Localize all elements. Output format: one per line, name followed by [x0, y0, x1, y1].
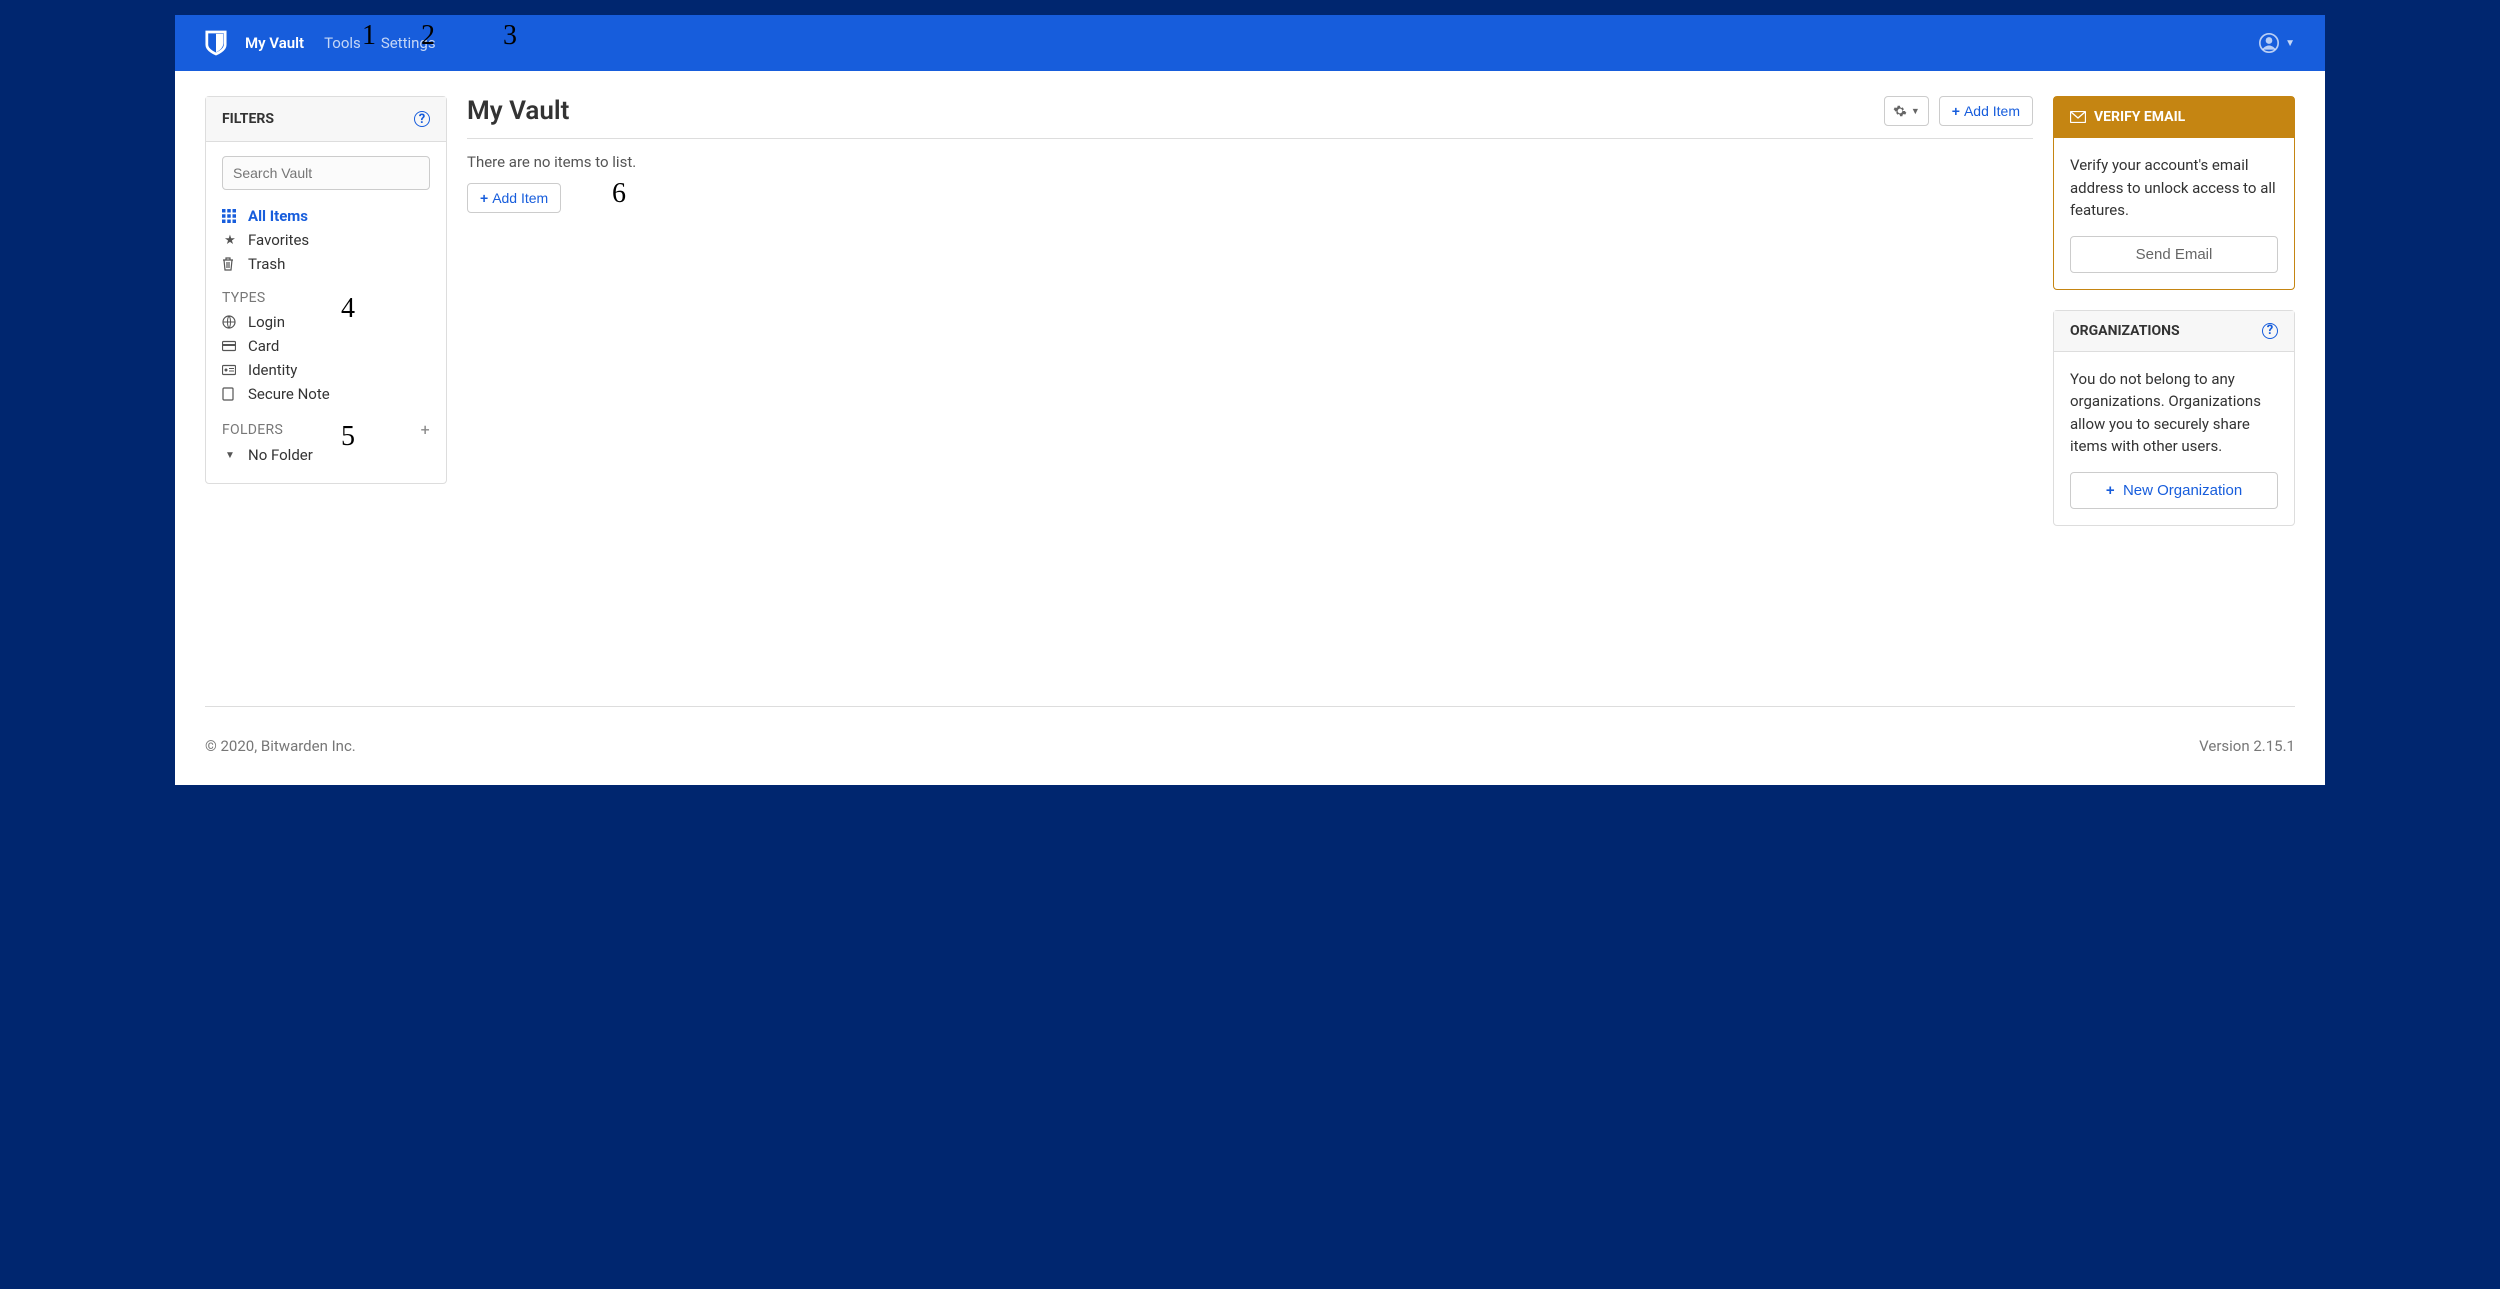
plus-icon: +	[480, 190, 488, 206]
card-icon	[222, 340, 238, 352]
note-icon	[222, 387, 238, 401]
type-card[interactable]: Card	[222, 334, 430, 358]
type-label: Secure Note	[248, 385, 330, 403]
filter-label: Trash	[248, 255, 285, 273]
plus-icon: +	[2106, 482, 2115, 499]
folder-label: No Folder	[248, 446, 313, 464]
folders-section-label: FOLDERS +	[222, 420, 430, 439]
new-organization-button[interactable]: + New Organization	[2070, 472, 2278, 509]
app-window: 1 2 3 4 5 6 My Vault Tools Settings ▼ FI…	[175, 15, 2325, 785]
add-folder-button[interactable]: +	[421, 420, 430, 439]
verify-email-header: VERIFY EMAIL	[2054, 97, 2294, 138]
type-label: Card	[248, 337, 279, 355]
identity-icon	[222, 364, 238, 376]
caret-down-icon: ▼	[2285, 38, 2295, 49]
caret-down-icon: ▼	[1911, 106, 1920, 116]
page-title: My Vault	[467, 96, 569, 126]
right-column: VERIFY EMAIL Verify your account's email…	[2053, 96, 2295, 666]
send-email-button[interactable]: Send Email	[2070, 236, 2278, 273]
add-item-button-top[interactable]: + Add Item	[1939, 96, 2033, 126]
filters-sidebar: FILTERS ? All Items ★ Favorites	[205, 96, 447, 484]
help-icon[interactable]: ?	[414, 111, 430, 127]
filter-label: All Items	[248, 207, 308, 225]
types-section-label: TYPES	[222, 290, 430, 306]
add-item-button-empty[interactable]: + Add Item	[467, 183, 561, 213]
envelope-icon	[2070, 111, 2086, 123]
organizations-header: ORGANIZATIONS ?	[2054, 311, 2294, 352]
type-identity[interactable]: Identity	[222, 358, 430, 382]
navbar: My Vault Tools Settings ▼	[175, 15, 2325, 71]
navbar-links: My Vault Tools Settings	[245, 34, 436, 52]
filter-label: Favorites	[248, 231, 309, 249]
footer: © 2020, Bitwarden Inc. Version 2.15.1	[205, 706, 2295, 755]
nav-tools[interactable]: Tools	[324, 34, 361, 52]
nav-settings[interactable]: Settings	[381, 34, 436, 52]
verify-email-body: Verify your account's email address to u…	[2070, 154, 2278, 222]
organizations-card: ORGANIZATIONS ? You do not belong to any…	[2053, 310, 2295, 526]
organizations-body: You do not belong to any organizations. …	[2070, 368, 2278, 458]
verify-email-card: VERIFY EMAIL Verify your account's email…	[2053, 96, 2295, 290]
caret-down-icon: ▼	[222, 450, 238, 461]
plus-icon: +	[1952, 103, 1960, 119]
empty-state-text: There are no items to list.	[467, 153, 2033, 171]
footer-version: Version 2.15.1	[2199, 737, 2295, 755]
gear-icon	[1893, 104, 1907, 118]
nav-my-vault[interactable]: My Vault	[245, 34, 304, 52]
search-input[interactable]	[222, 156, 430, 190]
filter-favorites[interactable]: ★ Favorites	[222, 228, 430, 252]
bitwarden-logo-icon	[205, 30, 227, 56]
organizations-title: ORGANIZATIONS	[2070, 323, 2180, 339]
globe-icon	[222, 315, 238, 329]
type-login[interactable]: Login	[222, 310, 430, 334]
footer-copyright: © 2020, Bitwarden Inc.	[205, 737, 356, 755]
folder-no-folder[interactable]: ▼ No Folder	[222, 443, 430, 467]
trash-icon	[222, 257, 238, 271]
type-label: Identity	[248, 361, 297, 379]
user-icon	[2259, 33, 2279, 53]
filters-title: FILTERS	[222, 111, 274, 127]
options-menu-button[interactable]: ▼	[1884, 96, 1929, 126]
star-icon: ★	[222, 233, 238, 248]
filter-all-items[interactable]: All Items	[222, 204, 430, 228]
verify-email-title: VERIFY EMAIL	[2094, 109, 2185, 125]
help-icon[interactable]: ?	[2262, 323, 2278, 339]
type-label: Login	[248, 313, 285, 331]
filter-trash[interactable]: Trash	[222, 252, 430, 276]
type-secure-note[interactable]: Secure Note	[222, 382, 430, 406]
grid-icon	[222, 209, 238, 223]
main-content: My Vault ▼ + Add Item There are no items…	[467, 96, 2033, 666]
filters-header: FILTERS ?	[206, 97, 446, 142]
account-menu[interactable]: ▼	[2259, 33, 2295, 53]
